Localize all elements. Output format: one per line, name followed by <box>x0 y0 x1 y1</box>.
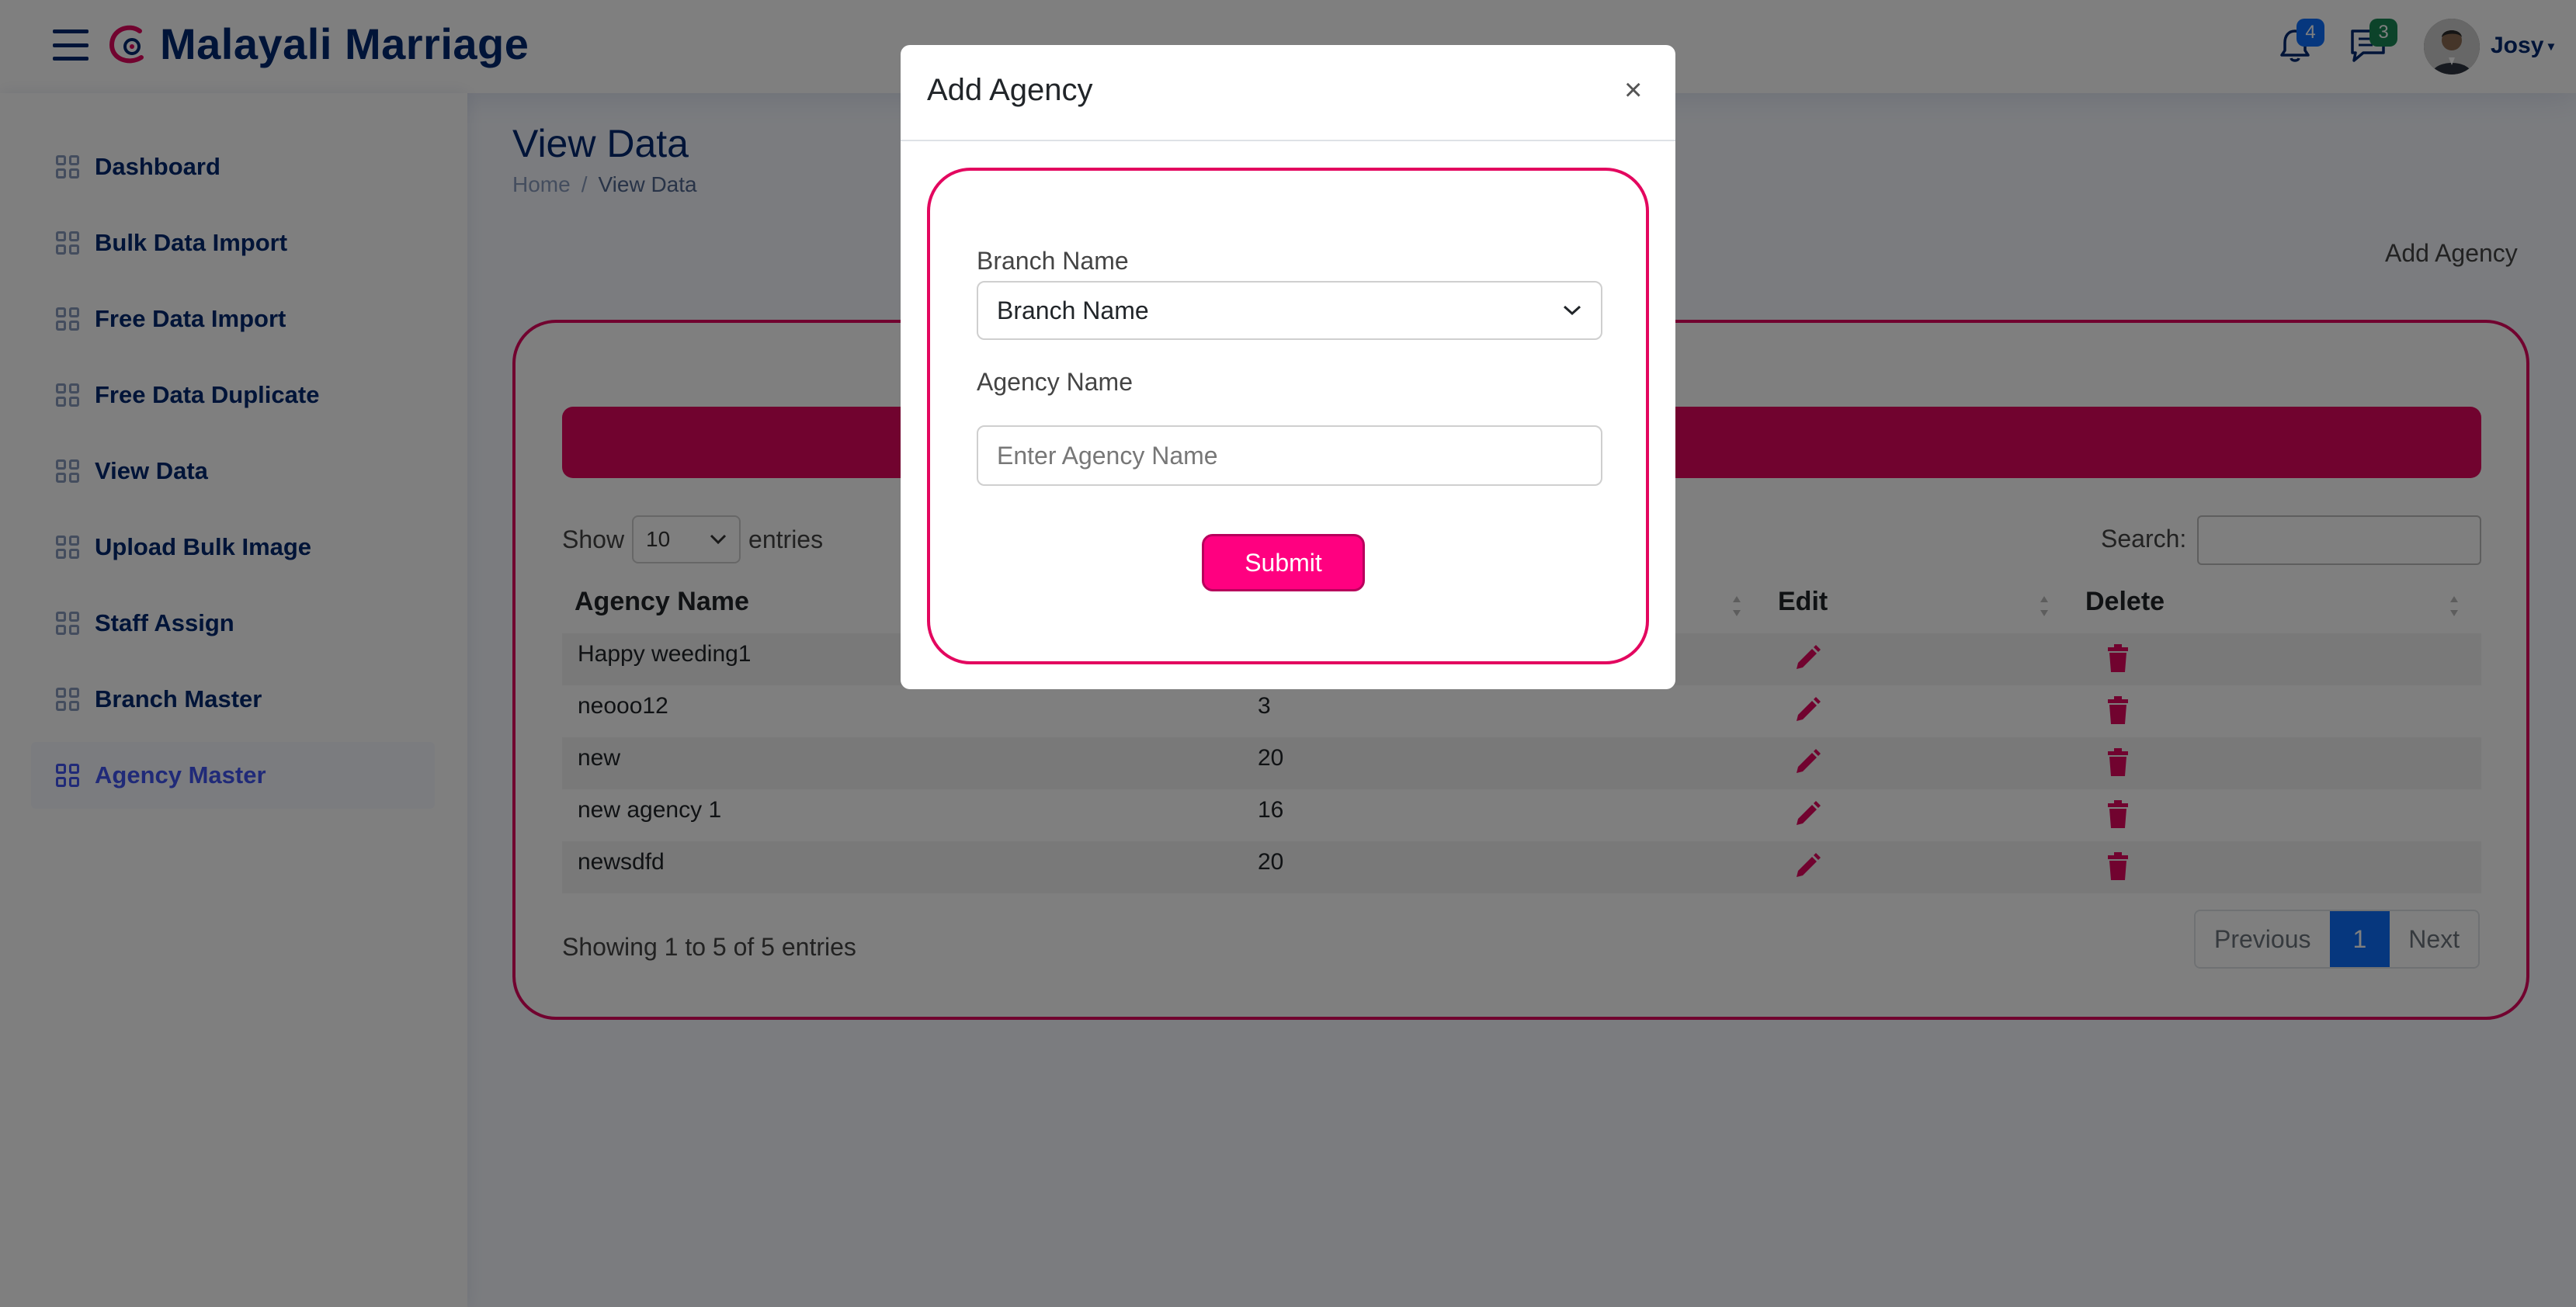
modal-title: Add Agency <box>927 73 1093 107</box>
submit-button[interactable]: Submit <box>1202 534 1365 591</box>
add-agency-form: Branch Name Branch Name Agency Name Subm… <box>927 168 1649 664</box>
branch-name-label: Branch Name <box>977 247 1129 275</box>
modal-header: Add Agency × <box>901 45 1675 141</box>
chevron-down-icon <box>1563 305 1581 316</box>
agency-name-input[interactable] <box>977 425 1602 486</box>
add-agency-modal: Add Agency × Branch Name Branch Name Age… <box>901 45 1675 689</box>
branch-name-selected-value: Branch Name <box>997 296 1149 324</box>
agency-name-label: Agency Name <box>977 368 1133 396</box>
branch-name-select[interactable]: Branch Name <box>977 281 1602 340</box>
close-icon[interactable]: × <box>1624 75 1642 106</box>
